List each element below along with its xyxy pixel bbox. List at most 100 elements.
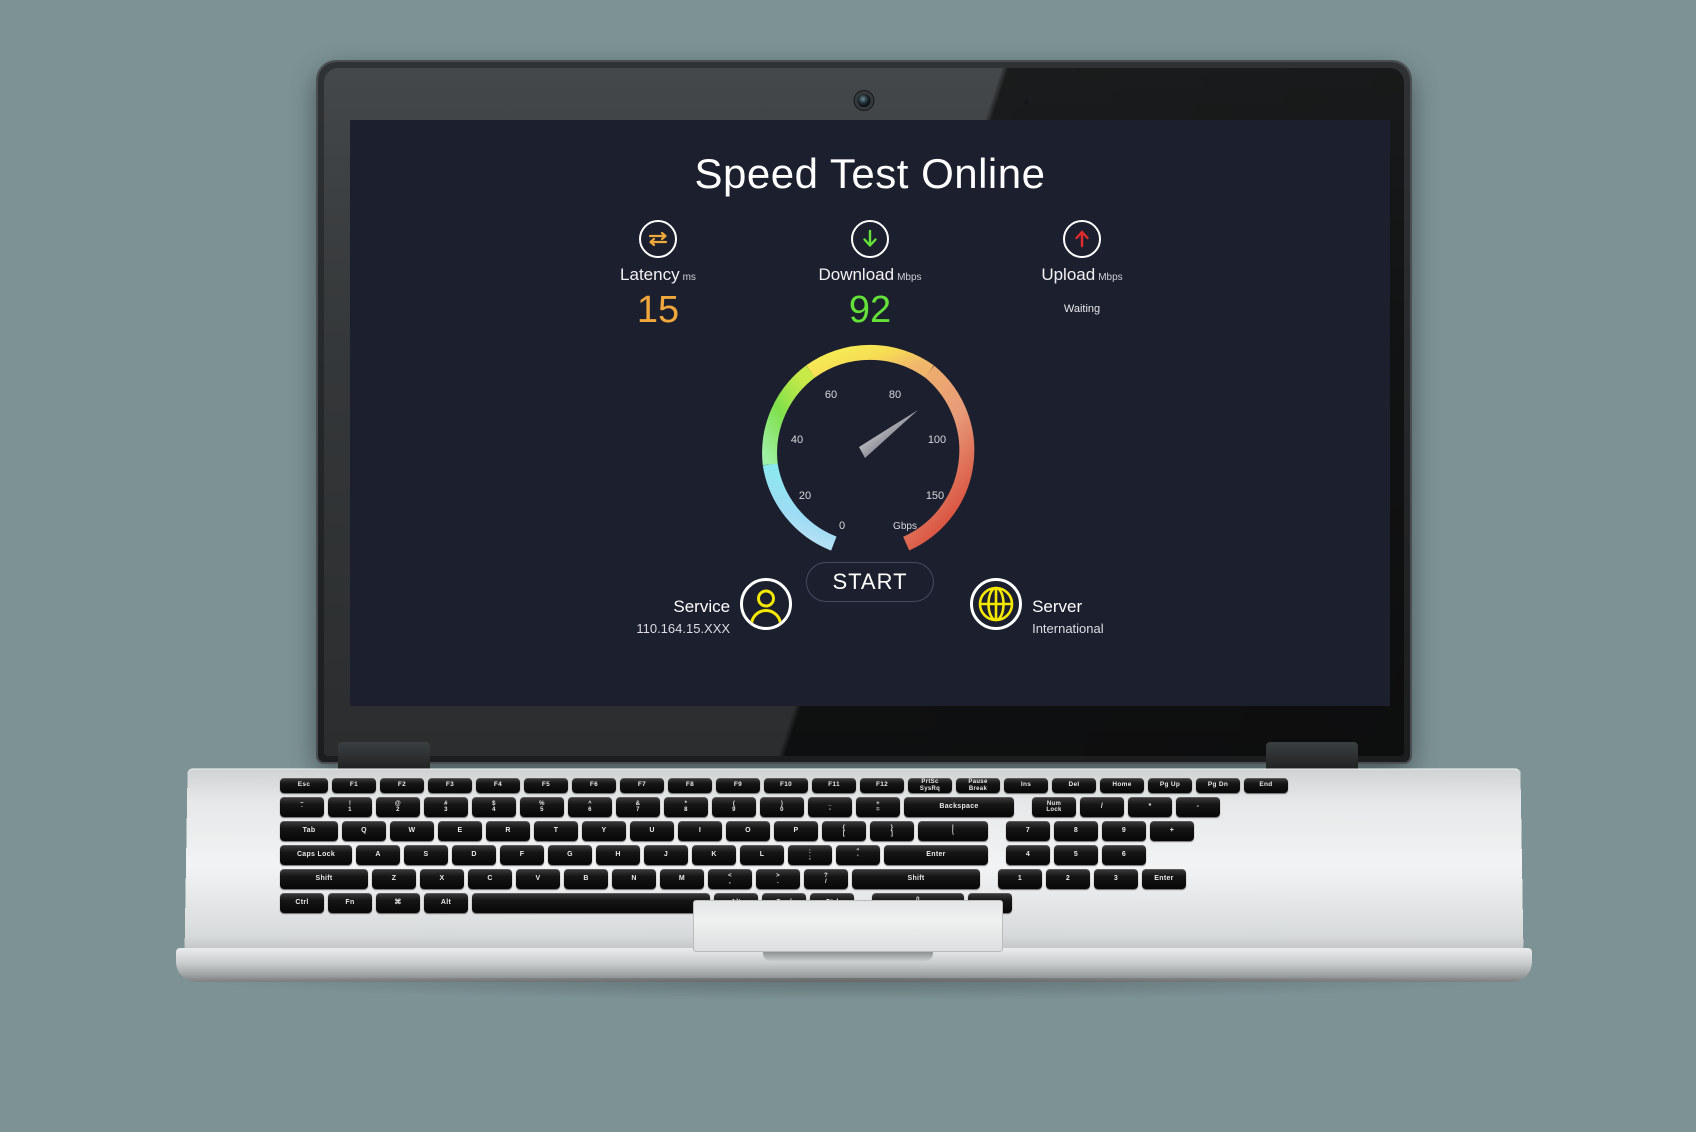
laptop-keyboard[interactable]: Esc F1 F2 F3 F4 F5 F6 F7 F8 F9 F10 F11 F12 PrtSc SysR… <box>280 778 1428 913</box>
numpad-key-7[interactable]: 7 <box>1006 821 1050 841</box>
keyboard-row-home[interactable]: Caps Lock A S D F G H J K L: ; " ' Enter 4 5 6 <box>280 845 1428 865</box>
key-r[interactable]: R <box>486 821 530 841</box>
key-u[interactable]: U <box>630 821 674 841</box>
person-icon[interactable] <box>740 578 793 630</box>
key--[interactable]: { [ <box>822 821 866 841</box>
key-z[interactable]: Z <box>372 869 416 889</box>
key-fn[interactable]: Fn <box>328 893 372 913</box>
numpad-key-9[interactable]: 9 <box>1102 821 1146 841</box>
key-f4[interactable]: F4 <box>476 778 520 793</box>
numpad-key-enter[interactable]: Enter <box>1142 869 1186 889</box>
globe-icon[interactable] <box>970 578 1023 630</box>
numpad-key-num-lock[interactable]: Num Lock <box>1032 797 1076 817</box>
key-f6[interactable]: F6 <box>572 778 616 793</box>
key-f3[interactable]: F3 <box>428 778 472 793</box>
key-pg-up[interactable]: Pg Up <box>1148 778 1192 793</box>
key-enter[interactable]: Enter <box>884 845 988 865</box>
key--6[interactable]: ^ 6 <box>568 797 612 817</box>
key-n[interactable]: N <box>612 869 656 889</box>
key-s[interactable]: S <box>404 845 448 865</box>
key--[interactable]: + = <box>856 797 900 817</box>
key-w[interactable]: W <box>390 821 434 841</box>
key-k[interactable]: K <box>692 845 736 865</box>
key-j[interactable]: J <box>644 845 688 865</box>
key-ctrl[interactable]: Ctrl <box>280 893 324 913</box>
key--[interactable]: ? / <box>804 869 848 889</box>
key-d[interactable]: D <box>452 845 496 865</box>
key-o[interactable]: O <box>726 821 770 841</box>
key-f5[interactable]: F5 <box>524 778 568 793</box>
key--4[interactable]: $ 4 <box>472 797 516 817</box>
key-alt[interactable]: Alt <box>424 893 468 913</box>
key-a[interactable]: A <box>356 845 400 865</box>
key-del[interactable]: Del <box>1052 778 1096 793</box>
key--3[interactable]: # 3 <box>424 797 468 817</box>
key-[interactable]: ⌘ <box>376 893 420 913</box>
key--1[interactable]: ! 1 <box>328 797 372 817</box>
key--8[interactable]: * 8 <box>664 797 708 817</box>
key-shift[interactable]: Shift <box>852 869 980 889</box>
key-c[interactable]: C <box>468 869 512 889</box>
key--0[interactable]: ) 0 <box>760 797 804 817</box>
keyboard-row-zxcv[interactable]: Shift Z X C V B N M < , > .? / Shift 1 2 3 Enter <box>280 869 1428 889</box>
key-pg-dn[interactable]: Pg Dn <box>1196 778 1240 793</box>
numpad-key-3[interactable]: 3 <box>1094 869 1138 889</box>
numpad-key-5[interactable]: 5 <box>1054 845 1098 865</box>
key-p[interactable]: P <box>774 821 818 841</box>
numpad-key--[interactable]: - <box>1176 797 1220 817</box>
numpad-key-2[interactable]: 2 <box>1046 869 1090 889</box>
key-f7[interactable]: F7 <box>620 778 664 793</box>
server-info[interactable]: Server International <box>970 578 1104 636</box>
key--9[interactable]: ( 9 <box>712 797 756 817</box>
key--[interactable]: ~ ` <box>280 797 324 817</box>
key-l[interactable]: L <box>740 845 784 865</box>
key-y[interactable]: Y <box>582 821 626 841</box>
key-t[interactable]: T <box>534 821 578 841</box>
keyboard-row-qwerty[interactable]: Tab Q W E R T Y U I O P{ [} ] | \ 7 8 9 + <box>280 821 1428 841</box>
key-f9[interactable]: F9 <box>716 778 760 793</box>
key-x[interactable]: X <box>420 869 464 889</box>
trackpad[interactable] <box>693 900 1003 952</box>
key-end[interactable]: End <box>1244 778 1288 793</box>
service-info[interactable]: Service 110.164.15.XXX <box>636 578 793 636</box>
key-ins[interactable]: Ins <box>1004 778 1048 793</box>
key-pause-break[interactable]: Pause Break <box>956 778 1000 793</box>
key-[interactable] <box>472 893 710 913</box>
key-f2[interactable]: F2 <box>380 778 424 793</box>
key-prtsc-sysrq[interactable]: PrtSc SysRq <box>908 778 952 793</box>
key-esc[interactable]: Esc <box>280 778 328 793</box>
key-i[interactable]: I <box>678 821 722 841</box>
key-f8[interactable]: F8 <box>668 778 712 793</box>
key-f12[interactable]: F12 <box>860 778 904 793</box>
key--5[interactable]: % 5 <box>520 797 564 817</box>
key--7[interactable]: & 7 <box>616 797 660 817</box>
key-h[interactable]: H <box>596 845 640 865</box>
key---[interactable]: _ - <box>808 797 852 817</box>
key-m[interactable]: M <box>660 869 704 889</box>
key-f11[interactable]: F11 <box>812 778 856 793</box>
key-e[interactable]: E <box>438 821 482 841</box>
key-q[interactable]: Q <box>342 821 386 841</box>
key-g[interactable]: G <box>548 845 592 865</box>
numpad-key-4[interactable]: 4 <box>1006 845 1050 865</box>
key-home[interactable]: Home <box>1100 778 1144 793</box>
keyboard-row-numbers[interactable]: ~ `! 1 @ 2 # 3 $ 4% 5 ^ 6 & 7 * 8( 9) 0 _ - + = B… <box>280 797 1428 817</box>
key-b[interactable]: B <box>564 869 608 889</box>
key-v[interactable]: V <box>516 869 560 889</box>
key-f[interactable]: F <box>500 845 544 865</box>
numpad-key-[interactable]: / <box>1080 797 1124 817</box>
numpad-key-1[interactable]: 1 <box>998 869 1042 889</box>
numpad-key-6[interactable]: 6 <box>1102 845 1146 865</box>
key--[interactable]: > . <box>756 869 800 889</box>
key--[interactable]: | \ <box>918 821 988 841</box>
numpad-key-8[interactable]: 8 <box>1054 821 1098 841</box>
key--2[interactable]: @ 2 <box>376 797 420 817</box>
key-tab[interactable]: Tab <box>280 821 338 841</box>
keyboard-row-function[interactable]: Esc F1 F2 F3 F4 F5 F6 F7 F8 F9 F10 F11 F12 PrtSc SysR… <box>280 778 1428 793</box>
key--[interactable]: : ; <box>788 845 832 865</box>
key--[interactable]: " ' <box>836 845 880 865</box>
key-caps-lock[interactable]: Caps Lock <box>280 845 352 865</box>
key--[interactable]: } ] <box>870 821 914 841</box>
key-shift[interactable]: Shift <box>280 869 368 889</box>
key--[interactable]: < , <box>708 869 752 889</box>
